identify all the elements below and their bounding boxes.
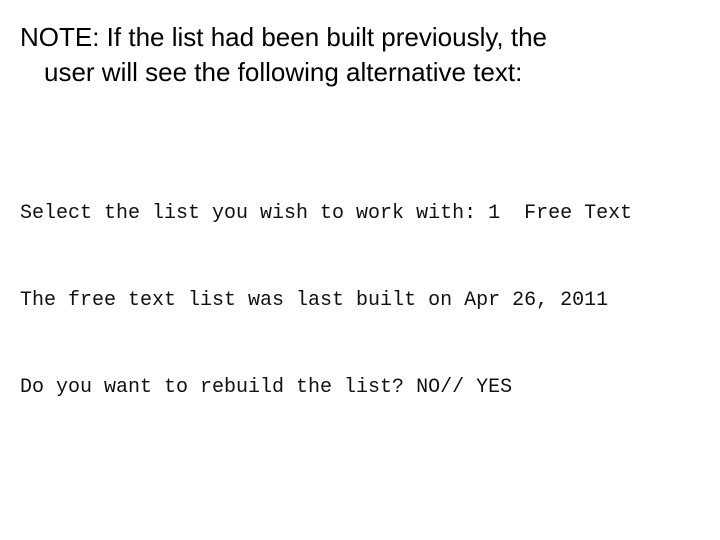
terminal-line-last-built: The free text list was last built on Apr… — [20, 289, 609, 312]
note-line-1: NOTE: If the list had been built previou… — [20, 22, 548, 52]
terminal-line-select-list: Select the list you wish to work with: 1… — [20, 202, 633, 225]
terminal-output: Select the list you wish to work with: 1… — [20, 141, 632, 431]
note-line-2: user will see the following alternative … — [44, 57, 523, 87]
note-heading: NOTE: If the list had been built previou… — [20, 20, 700, 90]
terminal-line-rebuild-prompt: Do you want to rebuild the list? NO// YE… — [20, 376, 513, 399]
